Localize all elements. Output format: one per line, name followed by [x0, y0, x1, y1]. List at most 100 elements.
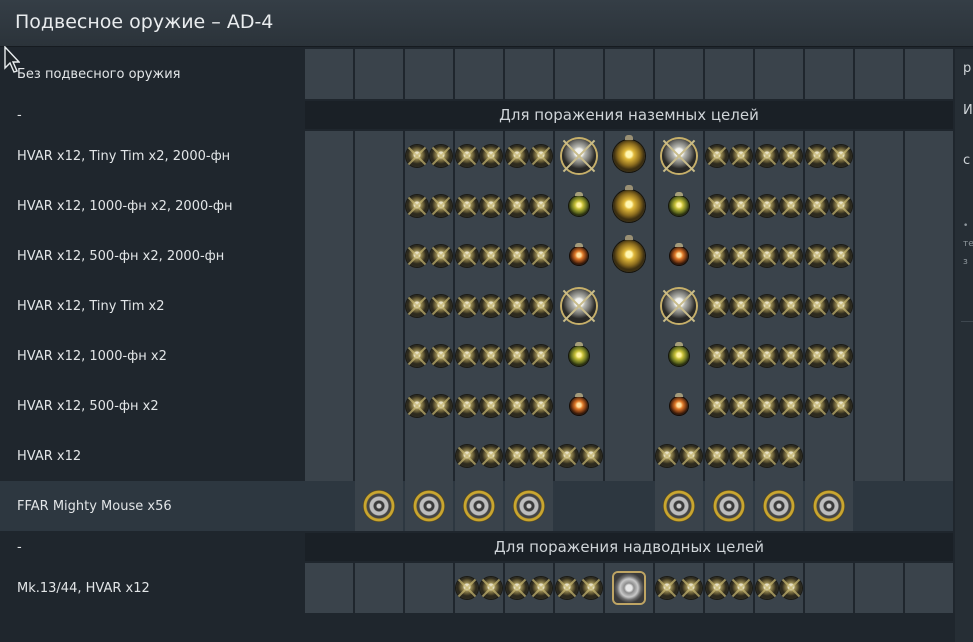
hvar-rocket-icon — [780, 145, 802, 167]
hvar-rocket-icon — [706, 195, 728, 217]
hardpoint-slot — [655, 563, 703, 613]
hardpoint-slot — [805, 231, 853, 281]
weapon-preset-row[interactable]: FFAR Mighty Mouse x56 — [0, 481, 953, 531]
category-header-label: - — [17, 107, 22, 123]
hvar-rocket-icon — [506, 577, 528, 599]
hardpoint-slot — [305, 563, 353, 613]
hvar-rocket-icon — [406, 395, 428, 417]
hardpoint-slot — [455, 181, 503, 231]
hvar-rocket-icon — [506, 345, 528, 367]
hvar-rocket-icon — [456, 577, 478, 599]
hardpoint-slot — [655, 231, 703, 281]
ffar-rocket-pod-icon — [413, 490, 445, 522]
hvar-rocket-icon — [530, 295, 552, 317]
hvar-rocket-icon — [530, 445, 552, 467]
hvar-rocket-icon — [530, 145, 552, 167]
hardpoint-slot — [455, 131, 503, 181]
hardpoint-slot — [455, 331, 503, 381]
weapon-preset-row[interactable]: Без подвесного оружия — [0, 49, 953, 99]
hvar-rocket-icon — [806, 195, 828, 217]
hvar-rocket-icon — [780, 295, 802, 317]
hardpoint-slot — [855, 481, 903, 531]
hvar-rocket-icon — [430, 195, 452, 217]
hardpoint-slot — [655, 331, 703, 381]
hardpoint-slot — [355, 181, 403, 231]
tiny-tim-rocket-icon — [662, 139, 696, 173]
hardpoint-slot — [305, 181, 353, 231]
hvar-rocket-icon — [406, 345, 428, 367]
hardpoint-slot — [555, 131, 603, 181]
hardpoint-slot — [505, 49, 553, 99]
details-text-2: И — [963, 103, 973, 118]
hardpoint-slot — [855, 49, 903, 99]
hardpoint-slot — [405, 231, 453, 281]
hvar-rocket-icon — [756, 395, 778, 417]
hardpoint-slot — [355, 49, 403, 99]
ffar-rocket-pod-icon — [363, 490, 395, 522]
hvar-rocket-icon — [480, 245, 502, 267]
hardpoint-slot — [805, 381, 853, 431]
weapon-preset-row[interactable]: HVAR x12, 1000-фн x2, 2000-фн — [0, 181, 953, 231]
hvar-rocket-icon — [730, 577, 752, 599]
hardpoint-slot — [505, 281, 553, 331]
category-header-row: - Для поражения надводных целей — [0, 531, 953, 563]
hvar-rocket-icon — [706, 445, 728, 467]
hardpoint-slot — [705, 481, 753, 531]
hardpoint-slot — [655, 381, 703, 431]
hardpoint-slot — [605, 481, 653, 531]
hvar-rocket-icon — [806, 395, 828, 417]
preset-name: HVAR x12, 1000-фн x2 — [17, 348, 167, 364]
hardpoint-slot — [755, 181, 803, 231]
hardpoint-slot — [905, 281, 953, 331]
weapon-preset-row[interactable]: HVAR x12 — [0, 431, 953, 481]
weapon-preset-row[interactable]: HVAR x12, Tiny Tim x2 — [0, 281, 953, 331]
hvar-rocket-icon — [506, 145, 528, 167]
ffar-rocket-pod-icon — [513, 490, 545, 522]
ffar-rocket-pod-icon — [463, 490, 495, 522]
hardpoint-slot — [305, 481, 353, 531]
hvar-rocket-icon — [456, 145, 478, 167]
hvar-rocket-icon — [756, 195, 778, 217]
hardpoint-slot — [455, 49, 503, 99]
window-titlebar: Подвесное оружие – AD-4 — [0, 0, 973, 47]
hvar-rocket-icon — [756, 145, 778, 167]
weapon-preset-row[interactable]: HVAR x12, 500-фн x2 — [0, 381, 953, 431]
hardpoint-slot — [855, 381, 903, 431]
ffar-rocket-pod-icon — [713, 490, 745, 522]
window-title: Подвесное оружие – AD-4 — [15, 11, 274, 33]
hardpoint-slot — [805, 331, 853, 381]
preset-name: HVAR x12 — [17, 448, 82, 464]
weapon-preset-row[interactable]: HVAR x12, 500-фн x2, 2000-фн — [0, 231, 953, 281]
hvar-rocket-icon — [456, 345, 478, 367]
bomb-1000lb-icon — [669, 192, 689, 216]
bomb-500lb-icon — [570, 393, 588, 415]
hvar-rocket-icon — [506, 395, 528, 417]
hardpoint-slot — [305, 131, 353, 181]
hvar-rocket-icon — [780, 577, 802, 599]
hvar-rocket-icon — [756, 295, 778, 317]
hvar-rocket-icon — [530, 195, 552, 217]
hardpoint-slot — [855, 331, 903, 381]
hardpoint-slot — [405, 431, 453, 481]
weapon-preset-row[interactable]: HVAR x12, 1000-фн x2 — [0, 331, 953, 381]
hardpoint-slot — [555, 231, 603, 281]
hardpoint-slot — [705, 49, 753, 99]
hardpoint-slot — [905, 563, 953, 613]
hardpoint-slot — [455, 563, 503, 613]
hardpoint-slot — [355, 331, 403, 381]
bomb-500lb-icon — [670, 393, 688, 415]
hardpoint-slot — [555, 331, 603, 381]
hardpoint-slot — [705, 281, 753, 331]
hvar-rocket-icon — [806, 245, 828, 267]
hardpoint-slot — [505, 431, 553, 481]
weapon-preset-row[interactable]: Mk.13/44, HVAR x12 — [0, 563, 953, 613]
hardpoint-slot — [455, 281, 503, 331]
hvar-rocket-icon — [456, 295, 478, 317]
weapon-preset-row[interactable]: HVAR x12, Tiny Tim x2, 2000-фн — [0, 131, 953, 181]
hardpoint-slot — [605, 381, 653, 431]
bomb-1000lb-icon — [569, 342, 589, 366]
hardpoint-slot — [505, 131, 553, 181]
category-header-label: - — [17, 539, 22, 555]
hardpoint-slot — [605, 281, 653, 331]
hardpoint-slot — [505, 481, 553, 531]
